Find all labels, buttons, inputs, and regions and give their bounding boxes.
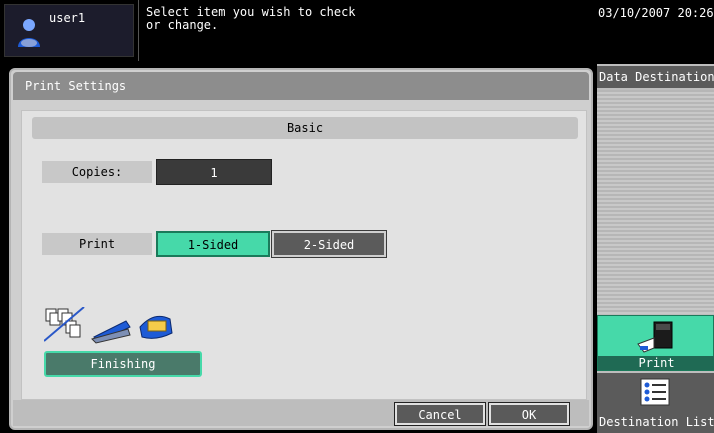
- tab-print[interactable]: Print: [597, 315, 714, 371]
- data-destination-title: Data Destination: [597, 66, 714, 88]
- one-sided-button[interactable]: 1-Sided: [156, 231, 270, 257]
- list-icon: [640, 378, 670, 406]
- tab-destination-list-label: Destination List: [599, 415, 714, 429]
- user-indicator[interactable]: user1: [4, 4, 134, 57]
- print-label: Print: [42, 233, 152, 255]
- basic-settings-area: Basic Copies: 1 Print 1-Sided 2-Sided Fi…: [21, 110, 587, 400]
- right-panel-area: [597, 90, 714, 314]
- right-panel: Data Destination Print Destination List: [597, 64, 714, 433]
- panel-header: Print Settings: [13, 72, 589, 100]
- cancel-button[interactable]: Cancel: [394, 402, 486, 426]
- divider: [138, 0, 139, 61]
- section-label: Basic: [286, 121, 324, 135]
- instruction-message: Select item you wish to check or change.: [146, 5, 356, 32]
- user-icon: [18, 19, 40, 47]
- printer-icon: [637, 321, 673, 353]
- top-bar: user1 Select item you wish to check or c…: [0, 0, 714, 61]
- tab-print-label: Print: [598, 356, 714, 370]
- copies-label: Copies:: [42, 161, 152, 183]
- datetime: 03/10/2007 20:26: [598, 6, 714, 20]
- user-name: user1: [49, 11, 86, 25]
- finishing-icon: [44, 307, 173, 344]
- copies-field[interactable]: 1: [156, 159, 272, 185]
- panel-title: Print Settings: [25, 79, 127, 93]
- two-sided-button[interactable]: 2-Sided: [271, 230, 387, 258]
- print-settings-panel: Print Settings Basic Copies: 1 Print 1-S…: [9, 68, 593, 430]
- section-header: Basic: [32, 117, 578, 139]
- ok-button[interactable]: OK: [488, 402, 570, 426]
- finishing-button[interactable]: Finishing: [44, 351, 202, 377]
- tab-destination-list[interactable]: Destination List: [597, 373, 714, 433]
